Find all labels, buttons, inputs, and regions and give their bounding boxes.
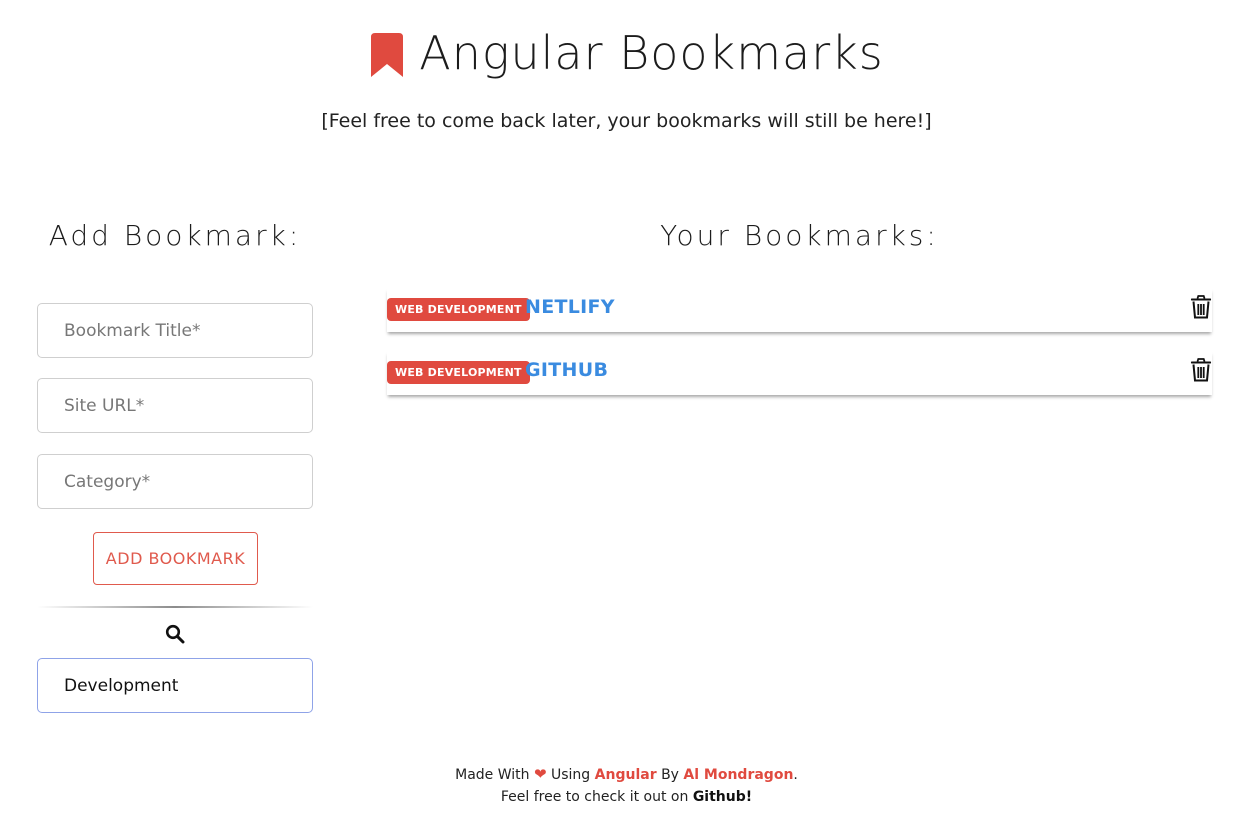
author-link[interactable]: Al Mondragon [683,767,793,783]
footer-line-1: Made With ❤ Using Angular By Al Mondrago… [0,763,1253,786]
app-root: Angular Bookmarks [Feel free to come bac… [0,0,1253,831]
site-url-input[interactable] [37,378,313,433]
angular-link[interactable]: Angular [595,767,657,783]
bookmarks-panel: Your Bookmarks: WEB DEVELOPMENT NETLIFY … [387,218,1212,395]
category-badge: WEB DEVELOPMENT [387,298,530,321]
category-badge: WEB DEVELOPMENT [387,361,530,384]
bookmark-link[interactable]: NETLIFY [525,296,615,318]
search-icon [165,624,185,644]
subtitle: [Feel free to come back later, your book… [321,110,932,132]
bookmark-icon [371,33,404,77]
trash-icon[interactable] [1190,295,1212,319]
divider [37,606,313,608]
page-header: Angular Bookmarks [0,26,1253,81]
bookmark-item: WEB DEVELOPMENT GITHUB [387,351,1212,395]
bookmark-list: WEB DEVELOPMENT NETLIFY WEB DEVELOPMENT … [387,288,1212,414]
page-footer: Made With ❤ Using Angular By Al Mondrago… [0,763,1253,808]
footer-using: Using [551,767,591,783]
footer-period: . [793,767,798,783]
category-input[interactable] [37,454,313,509]
bookmark-link[interactable]: GITHUB [525,359,608,381]
app-title: Angular Bookmarks [419,26,884,80]
add-bookmark-heading: Add Bookmark: [48,219,302,252]
footer-line-2: Feel free to check it out on Github! [0,786,1253,808]
footer-made-with: Made With [455,767,530,783]
search-input[interactable] [37,658,313,713]
bookmark-title-input[interactable] [37,303,313,358]
title-row: Angular Bookmarks [369,26,883,80]
footer-by: By [661,767,679,783]
heart-icon: ❤ [533,765,547,783]
bookmark-item: WEB DEVELOPMENT NETLIFY [387,288,1212,332]
add-bookmark-panel: Add Bookmark: ADD BOOKMARK [37,218,313,713]
trash-icon[interactable] [1190,358,1212,382]
your-bookmarks-heading: Your Bookmarks: [660,219,939,252]
footer-check-out: Feel free to check it out on [500,789,689,805]
add-bookmark-button[interactable]: ADD BOOKMARK [93,532,258,585]
github-link[interactable]: Github! [693,789,752,805]
